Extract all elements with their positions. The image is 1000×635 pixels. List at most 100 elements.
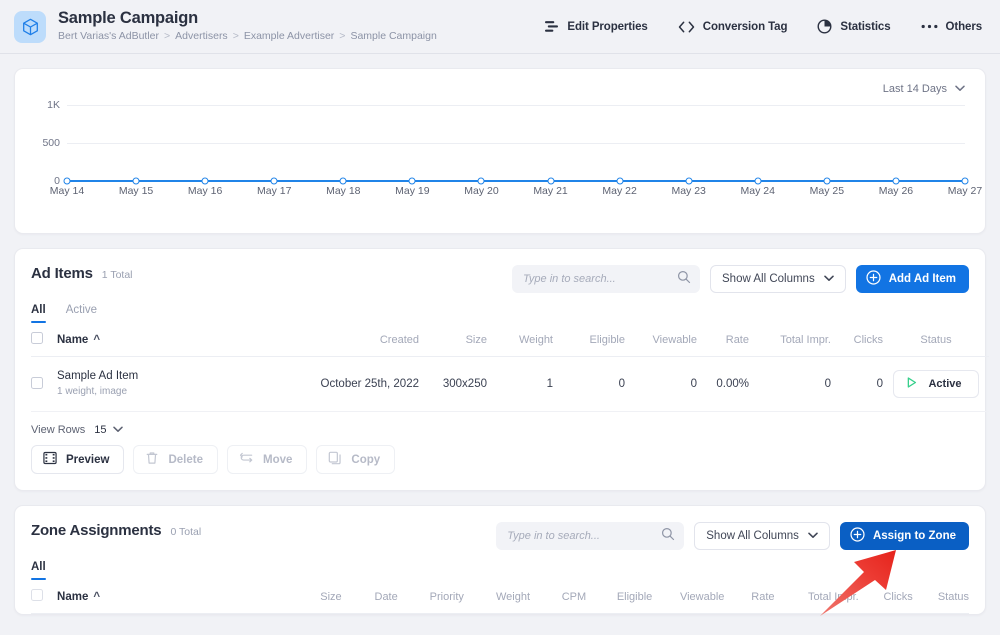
chart-x-tick-label: May 20: [464, 185, 499, 197]
column-header-created[interactable]: Created: [307, 323, 419, 357]
chart-data-point[interactable]: [616, 177, 624, 185]
chart-x-tick-label: May 24: [740, 185, 775, 197]
tab-ad-items-all[interactable]: All: [31, 304, 46, 323]
column-header-date[interactable]: Date: [342, 580, 398, 614]
move-button[interactable]: Move: [227, 445, 308, 474]
date-range-label: Last 14 Days: [882, 83, 947, 95]
ad-items-columns-button[interactable]: Show All Columns: [710, 265, 846, 293]
ad-items-columns-label: Show All Columns: [722, 273, 815, 285]
nav-edit-properties[interactable]: Edit Properties: [544, 20, 648, 33]
column-header-eligible[interactable]: Eligible: [553, 323, 625, 357]
ad-items-title: Ad Items: [31, 265, 93, 282]
chart-data-point[interactable]: [408, 177, 416, 185]
chart-data-point[interactable]: [961, 177, 969, 185]
column-header-size[interactable]: Size: [286, 580, 341, 614]
nav-conversion-tag[interactable]: Conversion Tag: [678, 20, 788, 33]
column-header-status[interactable]: Status: [913, 580, 969, 614]
table-row[interactable]: Sample Ad Item 1 weight, image October 2…: [31, 357, 989, 412]
nav-conversion-tag-label: Conversion Tag: [702, 20, 788, 33]
breadcrumb-item-0[interactable]: Bert Varias's AdButler: [58, 29, 159, 44]
play-triangle-icon: [905, 376, 918, 392]
chart-x-tick-label: May 27: [947, 185, 983, 197]
column-header-cpm[interactable]: CPM: [530, 580, 586, 614]
zone-assignments-title: Zone Assignments: [31, 522, 162, 539]
zone-assignments-header: Zone Assignments 0 Total Show All Column…: [15, 506, 985, 550]
chart-data-point[interactable]: [823, 177, 831, 185]
chart-data-point[interactable]: [892, 177, 900, 185]
chart-x-tick-label: May 22: [602, 185, 637, 197]
ad-items-search[interactable]: [512, 265, 701, 293]
status-badge[interactable]: Active: [893, 370, 979, 398]
chart-data-point[interactable]: [132, 177, 140, 185]
row-name-cell: Sample Ad Item 1 weight, image: [57, 357, 307, 412]
nav-others-label: Others: [945, 20, 983, 33]
row-viewable: 0: [690, 378, 697, 390]
preview-label: Preview: [66, 453, 110, 466]
ad-items-tabs: All Active: [15, 293, 985, 323]
preview-button[interactable]: Preview: [31, 445, 125, 474]
row-total-impr: 0: [824, 378, 831, 390]
chevron-down-icon: [955, 83, 965, 95]
column-header-rate[interactable]: Rate: [724, 580, 774, 614]
chart-data-point[interactable]: [339, 177, 347, 185]
select-all-checkbox[interactable]: [31, 589, 43, 601]
search-input[interactable]: [505, 529, 662, 543]
chart-data-point[interactable]: [477, 177, 485, 185]
column-header-rate[interactable]: Rate: [697, 323, 749, 357]
nav-statistics[interactable]: Statistics: [817, 19, 891, 34]
row-name[interactable]: Sample Ad Item: [57, 369, 307, 384]
plus-circle-icon: [866, 270, 881, 288]
copy-label: Copy: [351, 453, 381, 466]
ellipsis-icon: [921, 24, 938, 29]
breadcrumb-item-2[interactable]: Example Advertiser: [244, 29, 334, 44]
row-checkbox[interactable]: [31, 376, 43, 389]
zone-assignments-search[interactable]: [496, 522, 685, 550]
column-header-viewable[interactable]: Viewable: [652, 580, 724, 614]
zone-assignments-header-row: Name ^ Size Date Priority Weight CPM Elig…: [31, 580, 969, 614]
tab-zone-assignments-all[interactable]: All: [31, 561, 46, 580]
column-header-total-impr[interactable]: Total Impr.: [775, 580, 859, 614]
chart-data-point[interactable]: [201, 177, 209, 185]
column-header-size[interactable]: Size: [419, 323, 487, 357]
zone-assignments-columns-button[interactable]: Show All Columns: [694, 522, 830, 550]
chart-data-point[interactable]: [547, 177, 555, 185]
column-header-weight[interactable]: Weight: [487, 323, 553, 357]
select-all-checkbox[interactable]: [31, 332, 43, 344]
chart-x-tick-label: May 19: [395, 185, 430, 197]
chart-data-point[interactable]: [685, 177, 693, 185]
app-header: Sample Campaign Bert Varias's AdButler >…: [0, 0, 1000, 54]
column-header-clicks[interactable]: Clicks: [831, 323, 883, 357]
search-icon[interactable]: [661, 527, 675, 546]
column-header-clicks[interactable]: Clicks: [859, 580, 912, 614]
chart-data-point[interactable]: [754, 177, 762, 185]
column-header-viewable[interactable]: Viewable: [625, 323, 697, 357]
ad-items-header: Ad Items 1 Total Show All Columns: [15, 249, 985, 293]
delete-button[interactable]: Delete: [133, 445, 219, 474]
column-header-weight[interactable]: Weight: [464, 580, 530, 614]
breadcrumb: Bert Varias's AdButler > Advertisers > E…: [58, 29, 437, 44]
breadcrumb-item-1[interactable]: Advertisers: [175, 29, 228, 44]
search-icon[interactable]: [677, 270, 691, 289]
date-range-selector[interactable]: Last 14 Days: [879, 81, 969, 97]
breadcrumb-item-3[interactable]: Sample Campaign: [350, 29, 436, 44]
view-rows-selector[interactable]: 15: [94, 424, 124, 436]
add-ad-item-label: Add Ad Item: [888, 273, 956, 285]
column-header-eligible[interactable]: Eligible: [586, 580, 652, 614]
copy-icon: [328, 451, 342, 468]
row-eligible: 0: [618, 378, 625, 390]
nav-others[interactable]: Others: [921, 21, 982, 33]
column-header-priority[interactable]: Priority: [398, 580, 464, 614]
column-header-name[interactable]: Name ^: [57, 323, 307, 357]
view-rows-control: View Rows 15: [15, 412, 985, 436]
chart-data-point[interactable]: [270, 177, 278, 185]
chevron-down-icon: [808, 530, 818, 542]
search-input[interactable]: [521, 272, 678, 286]
add-ad-item-button[interactable]: Add Ad Item: [855, 265, 969, 293]
column-header-status[interactable]: Status: [883, 323, 989, 357]
copy-button[interactable]: Copy: [316, 445, 396, 474]
column-header-name[interactable]: Name ^: [57, 580, 285, 614]
assign-to-zone-button[interactable]: Assign to Zone: [839, 522, 969, 550]
column-header-total-impr[interactable]: Total Impr.: [749, 323, 831, 357]
tab-ad-items-active[interactable]: Active: [66, 304, 97, 323]
chart-data-point[interactable]: [63, 177, 71, 185]
